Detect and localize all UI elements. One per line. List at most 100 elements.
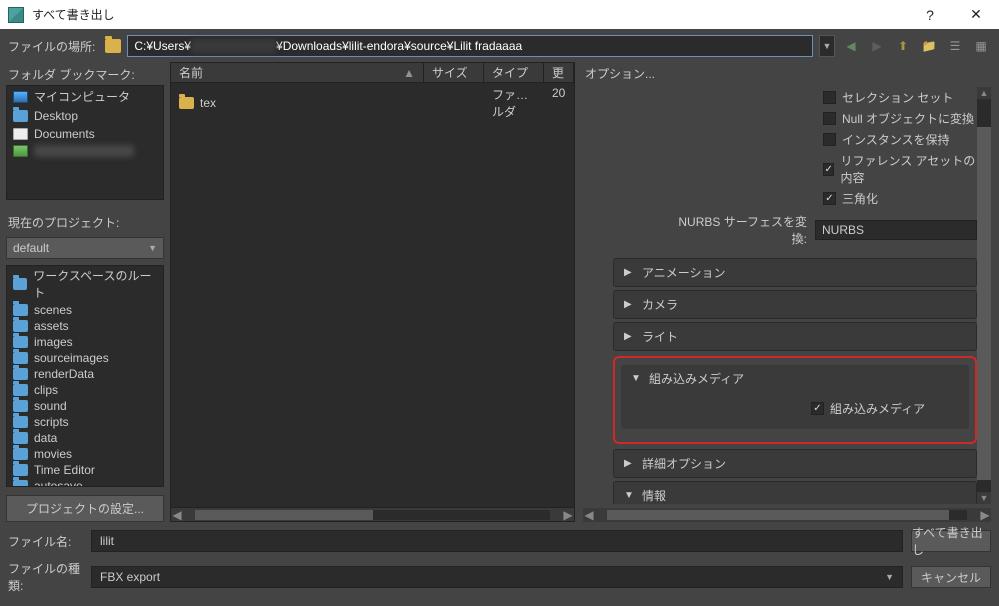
vertical-scrollbar[interactable]: ▲▼: [977, 87, 991, 504]
column-name[interactable]: 名前▲: [171, 63, 424, 82]
folder-icon: [13, 400, 28, 412]
tree-item[interactable]: ワークスペースのルート: [7, 266, 163, 302]
section-embed-media: ▼ 組み込みメディア 組み込みメディア: [621, 365, 969, 429]
chevron-down-icon: ▼: [631, 373, 641, 384]
column-date[interactable]: 更: [544, 63, 574, 82]
section: ▶カメラ: [613, 290, 977, 319]
embed-media-highlight: ▼ 組み込みメディア 組み込みメディア: [613, 356, 977, 444]
nurbs-value[interactable]: NURBS: [815, 220, 977, 240]
new-folder-icon[interactable]: 📁: [919, 36, 939, 56]
folder-icon: [13, 320, 28, 332]
tree-item[interactable]: autosave: [7, 478, 163, 487]
section-head-embed-media[interactable]: ▼ 組み込みメディア: [621, 365, 969, 392]
checkbox[interactable]: [823, 112, 836, 125]
tree-item[interactable]: Time Editor: [7, 462, 163, 478]
cancel-button[interactable]: キャンセル: [911, 566, 991, 588]
tree-item[interactable]: sourceimages: [7, 350, 163, 366]
export-all-button[interactable]: すべて書き出し: [911, 530, 991, 552]
horizontal-scrollbar[interactable]: ◀▶: [171, 507, 574, 521]
help-button[interactable]: ?: [907, 0, 953, 30]
checkbox[interactable]: [823, 163, 834, 176]
tree-item-label: renderData: [34, 367, 94, 381]
bookmark-item[interactable]: Desktop: [7, 107, 163, 125]
nav-up-icon[interactable]: ⬆: [893, 36, 913, 56]
checkbox[interactable]: [823, 133, 836, 146]
column-type[interactable]: タイプ: [484, 63, 544, 82]
tree-item-label: scripts: [34, 415, 69, 429]
column-size[interactable]: サイズ: [424, 63, 484, 82]
checkbox-label: インスタンスを保持: [842, 131, 950, 148]
path-input[interactable]: C:¥Users¥¥Downloads¥lilit-endora¥source¥…: [127, 35, 813, 57]
file-name: tex: [200, 96, 216, 110]
tree-item[interactable]: scenes: [7, 302, 163, 318]
checkbox-row: セレクション セット: [613, 87, 977, 108]
tree-item[interactable]: images: [7, 334, 163, 350]
folder-icon: [13, 464, 28, 476]
nurbs-label: NURBS サーフェスを変換:: [667, 213, 807, 247]
folder-icon: [13, 432, 28, 444]
tree-item-label: Time Editor: [34, 463, 95, 477]
section-label: ライト: [642, 328, 678, 345]
titlebar: すべて書き出し ? ✕: [0, 0, 999, 30]
folder-icon: [179, 97, 194, 109]
set-project-button[interactable]: プロジェクトの設定...: [6, 495, 164, 522]
options-scroll: セレクション セット Null オブジェクトに変換インスタンスを保持リファレンス …: [583, 87, 991, 504]
doc-icon: [13, 128, 28, 140]
file-type: ファ…ルダ: [484, 85, 544, 121]
drive-icon: [13, 145, 28, 157]
section-head[interactable]: ▶アニメーション: [614, 259, 976, 286]
tree-item[interactable]: clips: [7, 382, 163, 398]
folder-icon: [13, 480, 28, 487]
path-history-dropdown[interactable]: ▼: [819, 35, 835, 57]
path-label: ファイルの場所:: [8, 38, 95, 55]
section-head-advanced[interactable]: ▶ 詳細オプション: [614, 450, 976, 477]
tree-item[interactable]: data: [7, 430, 163, 446]
bookmark-item[interactable]: [7, 143, 163, 159]
file-size: [424, 85, 484, 121]
checkbox-label: セレクション セット: [842, 89, 953, 106]
filetype-select[interactable]: FBX export ▼: [91, 566, 903, 588]
section-head-info[interactable]: ▼ 情報: [614, 482, 976, 504]
checkbox-label: リファレンス アセットの内容: [840, 152, 977, 186]
checkbox[interactable]: [823, 91, 836, 104]
bookmark-item[interactable]: Documents: [7, 125, 163, 143]
chevron-right-icon: ▶: [624, 299, 634, 310]
redacted-text: [34, 145, 134, 157]
view-thumbnail-icon[interactable]: ▦: [971, 36, 991, 56]
checkbox-row: Null オブジェクトに変換: [613, 108, 977, 129]
checkbox[interactable]: [823, 192, 836, 205]
tree-item[interactable]: assets: [7, 318, 163, 334]
bookmark-label: Desktop: [34, 109, 78, 123]
tree-item[interactable]: movies: [7, 446, 163, 462]
sort-asc-icon: ▲: [403, 66, 415, 80]
horizontal-scrollbar[interactable]: ◀▶: [583, 508, 991, 522]
tree-item[interactable]: renderData: [7, 366, 163, 382]
nav-back-icon[interactable]: ◀: [841, 36, 861, 56]
tree-item-label: autosave: [34, 479, 83, 487]
bottom-bar: ファイル名: すべて書き出し ファイルの種類: FBX export ▼ キャン…: [0, 522, 999, 602]
folder-icon: [13, 368, 28, 380]
checkbox-embed-media[interactable]: [811, 402, 824, 415]
options-panel: オプション... セレクション セット Null オブジェクトに変換インスタンスを…: [579, 62, 999, 522]
section-head[interactable]: ▶ライト: [614, 323, 976, 350]
options-header: オプション...: [583, 62, 991, 87]
nurbs-row: NURBS サーフェスを変換: NURBS: [613, 209, 977, 255]
checkbox-label: 組み込みメディア: [830, 400, 925, 417]
project-tree: ワークスペースのルートscenesassetsimagessourceimage…: [6, 265, 164, 487]
chevron-right-icon: ▶: [624, 458, 634, 469]
tree-item[interactable]: sound: [7, 398, 163, 414]
section-head[interactable]: ▶カメラ: [614, 291, 976, 318]
checkbox-row: 三角化: [613, 188, 977, 209]
tree-item[interactable]: scripts: [7, 414, 163, 430]
table-row[interactable]: tex ファ…ルダ20: [171, 83, 574, 123]
tree-item-label: images: [34, 335, 73, 349]
tree-item-label: sound: [34, 399, 67, 413]
bookmark-item[interactable]: マイコンピュータ: [7, 86, 163, 107]
filename-input[interactable]: [91, 530, 903, 552]
nav-forward-icon[interactable]: ▶: [867, 36, 887, 56]
close-button[interactable]: ✕: [953, 0, 999, 30]
view-list-icon[interactable]: ☰: [945, 36, 965, 56]
file-browser: 名前▲ サイズ タイプ 更 tex ファ…ルダ20 ◀▶: [170, 62, 579, 522]
project-select[interactable]: default ▼: [6, 237, 164, 259]
file-date: 20: [544, 85, 574, 121]
